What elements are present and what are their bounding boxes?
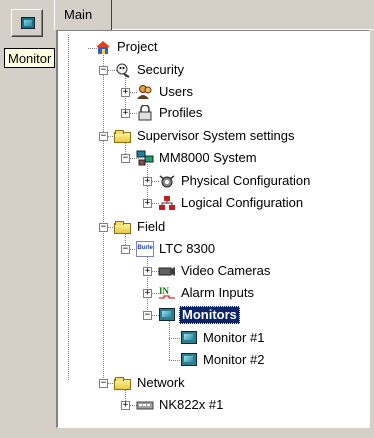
lock-icon [136, 104, 154, 121]
tree-node-monitors[interactable]: Monitors [158, 305, 240, 325]
users-icon [136, 84, 154, 100]
folder-icon [114, 375, 132, 391]
tree-label-ltc: LTC 8300 [159, 241, 216, 256]
tree-node-field[interactable]: Field [114, 217, 167, 237]
project-icon [94, 39, 112, 55]
alarm-input-icon: IN [158, 285, 176, 301]
monitor-icon [180, 352, 198, 368]
folder-icon [114, 219, 132, 235]
collapse-mm8000[interactable]: − [121, 154, 130, 163]
tree-node-ltc[interactable]: Burle LTC 8300 [136, 239, 217, 259]
security-icon [114, 62, 132, 78]
tree-node-mm8000[interactable]: MM8000 System [136, 148, 259, 168]
tree-panel: − + + − − + + − − + + − − + Project Secu… [52, 30, 374, 438]
collapse-security[interactable]: − [99, 66, 108, 75]
tree-label-mm8000: MM8000 System [159, 150, 257, 165]
expand-profiles[interactable]: + [121, 109, 130, 118]
keyboard-icon [136, 397, 154, 413]
tree-label-users: Users [159, 84, 193, 99]
tab-strip: Main [52, 0, 374, 30]
tree-node-profiles[interactable]: Profiles [136, 103, 204, 123]
tree-node-supervisor[interactable]: Supervisor System settings [114, 126, 297, 146]
expand-physical[interactable]: + [143, 177, 152, 186]
tree-label-monitor2: Monitor #2 [203, 352, 265, 367]
tree-label-logical: Logical Configuration [181, 195, 304, 210]
expand-nk[interactable]: + [121, 401, 130, 410]
monitor-icon [158, 307, 176, 323]
tree-label-security: Security [137, 62, 184, 77]
expand-logical[interactable]: + [143, 199, 152, 208]
collapse-monitors[interactable]: − [143, 311, 152, 320]
tree-label-nk: NK822x #1 [159, 397, 224, 412]
tree-node-nk[interactable]: NK822x #1 [136, 395, 225, 415]
tab-main[interactable]: Main [54, 0, 112, 30]
tree-label-project: Project [117, 39, 158, 54]
monitor-icon [180, 330, 198, 346]
logical-config-icon [158, 195, 176, 211]
tree-node-physical[interactable]: Physical Configuration [158, 171, 312, 191]
tree-label-network: Network [137, 375, 185, 390]
tree-label-physical: Physical Configuration [181, 173, 311, 188]
collapse-ltc[interactable]: − [121, 245, 130, 254]
tree-node-logical[interactable]: Logical Configuration [158, 193, 305, 213]
expand-alarm[interactable]: + [143, 289, 152, 298]
tree-node-alarm[interactable]: IN Alarm Inputs [158, 283, 256, 303]
collapse-supervisor[interactable]: − [99, 132, 108, 141]
tree-node-security[interactable]: Security [114, 60, 186, 80]
camera-icon [158, 263, 176, 279]
tree-node-monitor2[interactable]: Monitor #2 [180, 350, 266, 370]
tree-node-project[interactable]: Project [94, 37, 159, 57]
tree-node-users[interactable]: Users [136, 82, 195, 102]
tree-label-supervisor: Supervisor System settings [137, 128, 295, 143]
expand-video[interactable]: + [143, 267, 152, 276]
monitor-toolbar-button[interactable] [11, 9, 43, 37]
tooltip: Monitor [4, 48, 56, 68]
burle-logo-icon: Burle [136, 241, 154, 257]
tree-label-alarm: Alarm Inputs [181, 285, 254, 300]
folder-icon [114, 128, 132, 144]
burle-logo-text: Burle [138, 245, 154, 251]
collapse-network[interactable]: − [99, 379, 108, 388]
tree-label-profiles: Profiles [159, 105, 203, 120]
tree-label-monitor1: Monitor #1 [203, 330, 265, 345]
collapse-field[interactable]: − [99, 223, 108, 232]
tree-label-field: Field [137, 219, 166, 234]
physical-config-icon [158, 173, 176, 189]
tree-label-monitors: Monitors [179, 306, 240, 324]
tree-node-monitor1[interactable]: Monitor #1 [180, 328, 266, 348]
project-tree[interactable]: − + + − − + + − − + + − − + Project Secu… [56, 30, 370, 428]
network-computers-icon [136, 150, 154, 166]
tree-node-network[interactable]: Network [114, 373, 187, 393]
tree-label-video: Video Cameras [181, 263, 271, 278]
tree-node-video[interactable]: Video Cameras [158, 261, 272, 281]
alarm-input-badge: IN [159, 286, 170, 296]
expand-users[interactable]: + [121, 88, 130, 97]
monitor-icon [21, 17, 35, 29]
